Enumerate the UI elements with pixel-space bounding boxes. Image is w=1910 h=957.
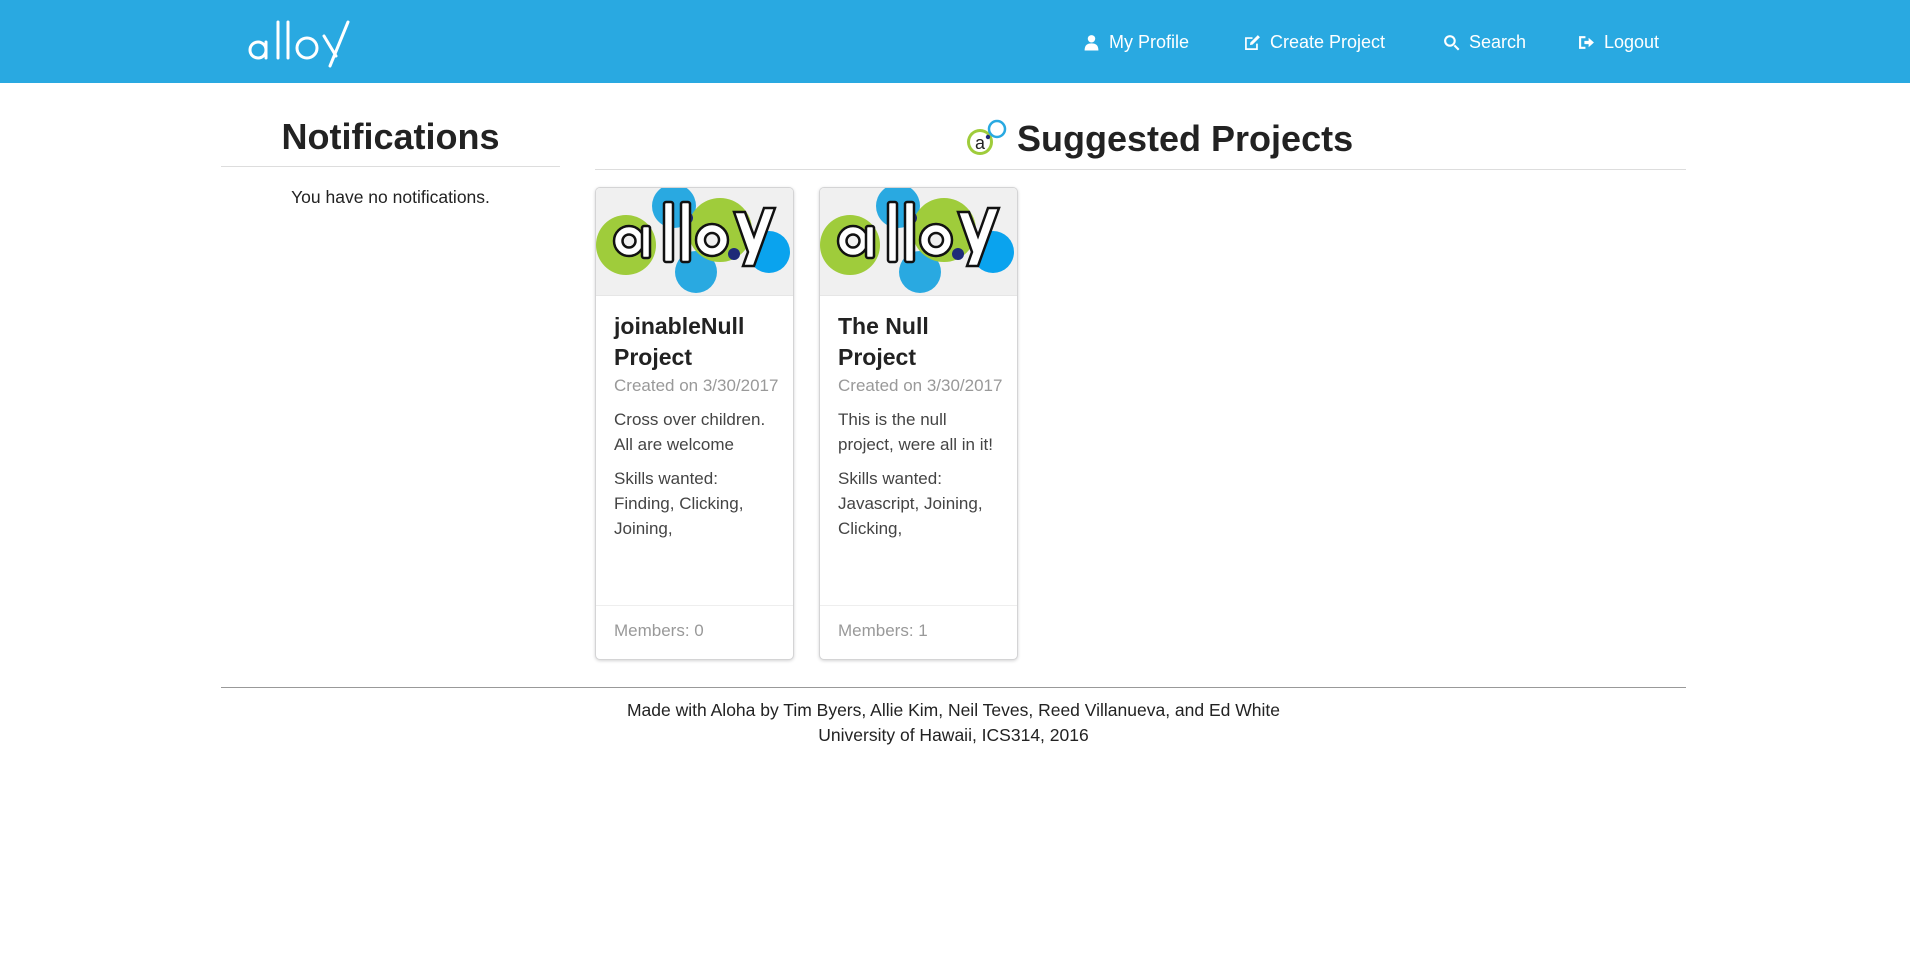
nav-my-profile[interactable]: My Profile: [1083, 29, 1189, 55]
nav-create-project[interactable]: Create Project: [1244, 29, 1385, 55]
suggested-projects-divider: [595, 169, 1686, 170]
nav-logout[interactable]: Logout: [1578, 29, 1659, 55]
svg-text:a: a: [975, 133, 986, 153]
notifications-divider: [221, 166, 560, 167]
logout-icon: [1579, 35, 1594, 49]
project-card[interactable]: The Null Project Created on 3/30/2017 Th…: [819, 187, 1018, 660]
notifications-heading: Notifications: [281, 116, 500, 157]
project-created-date: Created on 3/30/2017: [614, 376, 779, 395]
alloy-logo[interactable]: [244, 12, 356, 68]
nav-create-project-label: Create Project: [1270, 31, 1386, 52]
footer-divider: [221, 687, 1686, 688]
project-created-date: Created on 3/30/2017: [838, 376, 1003, 395]
footer-university: University of Hawaii, ICS314, 2016: [818, 725, 1089, 745]
project-card-body: The Null Project Created on 3/30/2017 Th…: [838, 311, 1004, 541]
user-icon: [1084, 34, 1099, 50]
nav-my-profile-label: My Profile: [1109, 31, 1190, 52]
suggested-projects-heading: Suggested Projects: [1017, 118, 1354, 159]
search-icon: [1444, 34, 1460, 50]
project-description: This is the null project, were all in it…: [838, 410, 993, 454]
alloy-project-logo: [596, 188, 790, 293]
project-title[interactable]: joinableNull Project: [614, 311, 780, 373]
alloy-project-logo: [820, 188, 1014, 293]
footer-credits: Made with Aloha by Tim Byers, Allie Kim,…: [626, 700, 1280, 720]
top-navbar: My Profile Create Project Search Logout: [0, 0, 1910, 83]
alloy-search-icon: a: [967, 119, 1007, 155]
suggested-projects-header: a Suggested Projects: [964, 116, 1353, 162]
edit-icon: [1245, 34, 1260, 50]
project-members: Members: 0: [596, 605, 793, 659]
nav-logout-label: Logout: [1604, 31, 1660, 52]
nav-search[interactable]: Search: [1443, 29, 1526, 55]
project-title[interactable]: The Null Project: [838, 311, 1004, 373]
project-skills: Skills wanted: Javascript, Joining, Clic…: [838, 469, 983, 538]
project-card[interactable]: joinableNull Project Created on 3/30/201…: [595, 187, 794, 660]
nav-search-label: Search: [1469, 31, 1527, 52]
project-members: Members: 1: [820, 605, 1017, 659]
notifications-empty-message: You have no notifications.: [291, 187, 490, 207]
project-card-body: joinableNull Project Created on 3/30/201…: [614, 311, 780, 541]
project-card-image: [820, 188, 1017, 296]
project-skills: Skills wanted: Finding, Clicking, Joinin…: [614, 469, 744, 538]
project-card-image: [596, 188, 793, 296]
project-description: Cross over children. All are welcome: [614, 410, 766, 454]
